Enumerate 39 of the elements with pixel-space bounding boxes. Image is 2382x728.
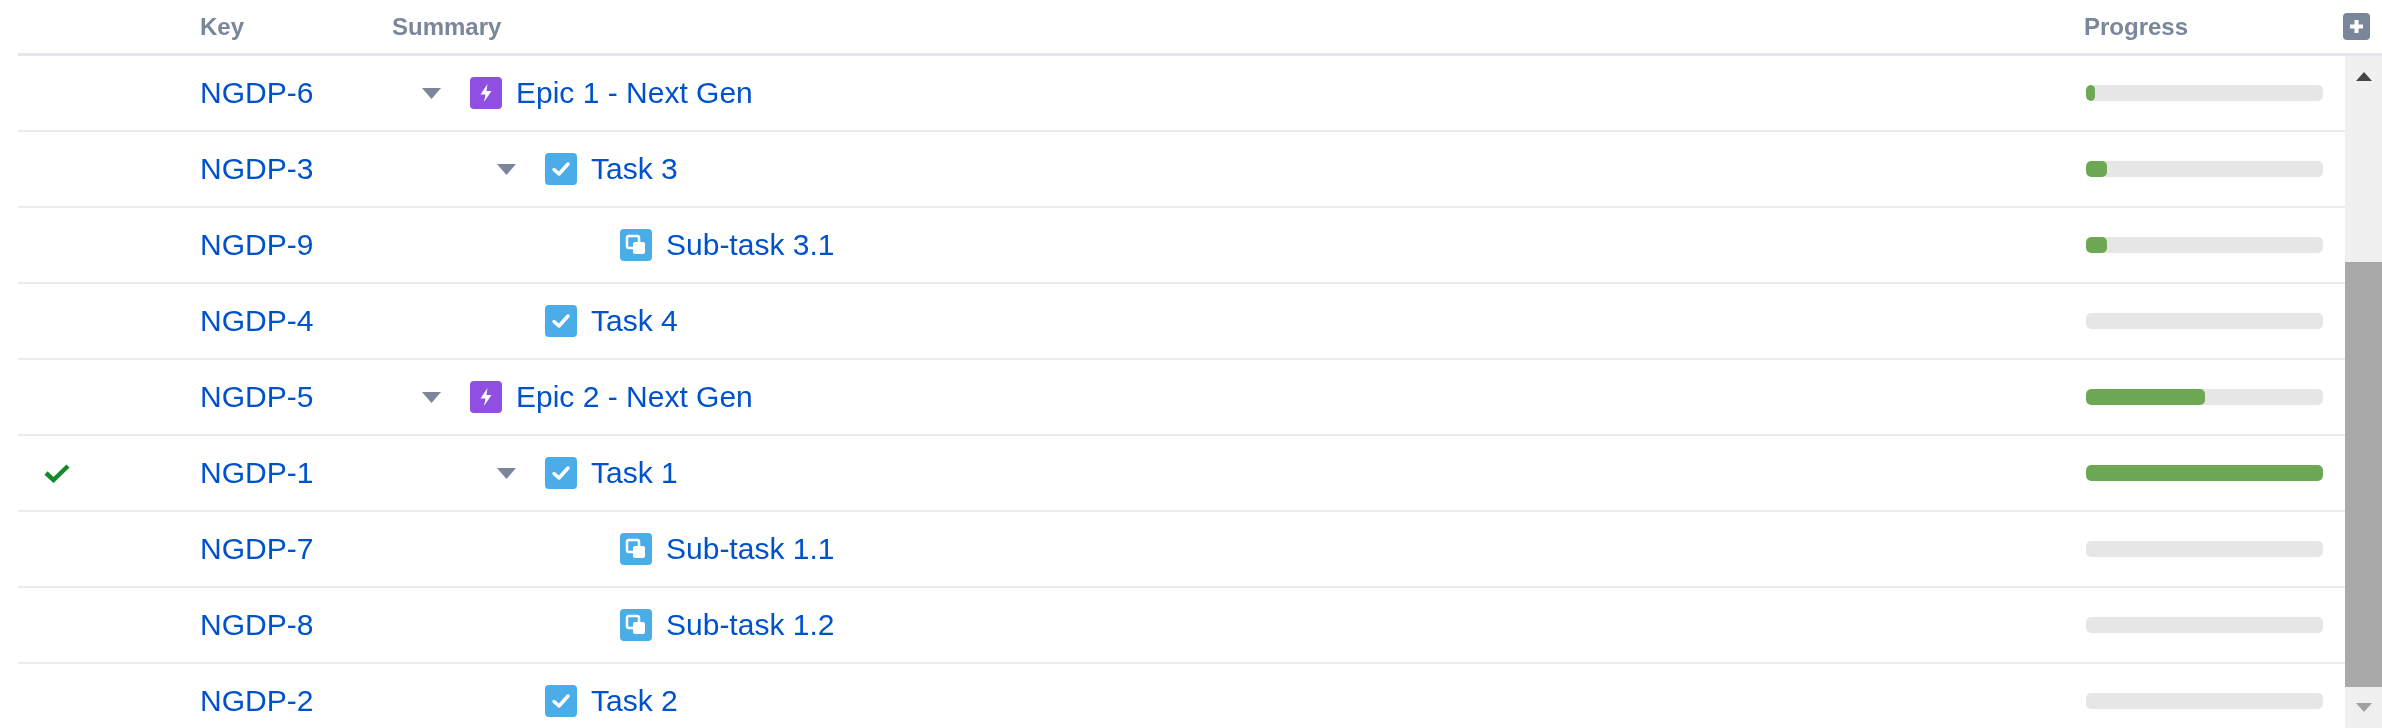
issue-key-link[interactable]: NGDP-4 bbox=[200, 304, 314, 337]
issue-summary-link[interactable]: Epic 2 - Next Gen bbox=[516, 380, 753, 414]
issue-key-link[interactable]: NGDP-5 bbox=[200, 380, 314, 413]
column-header[interactable]: Progress bbox=[2084, 12, 2189, 41]
issue-summary-link[interactable]: Sub-task 3.1 bbox=[666, 228, 835, 262]
issue-summary-link[interactable]: Sub-task 1.1 bbox=[666, 532, 835, 566]
subtask-icon bbox=[620, 229, 652, 261]
add-column-button[interactable] bbox=[2343, 13, 2370, 40]
issue-key-link[interactable]: NGDP-2 bbox=[200, 684, 314, 717]
scroll-up-icon[interactable] bbox=[2355, 72, 2372, 81]
issue-key-link[interactable]: NGDP-6 bbox=[200, 76, 314, 109]
issue-key-link[interactable]: NGDP-8 bbox=[200, 608, 314, 641]
plus-icon bbox=[2348, 18, 2365, 35]
lightning-icon bbox=[470, 381, 502, 413]
issue-summary-link[interactable]: Task 3 bbox=[591, 152, 678, 186]
checkbox-icon bbox=[545, 305, 577, 337]
issue-key-link[interactable]: NGDP-1 bbox=[200, 456, 314, 489]
column-header[interactable]: Summary bbox=[392, 12, 502, 41]
issue-summary-link[interactable]: Sub-task 1.2 bbox=[666, 608, 835, 642]
issue-key-link[interactable]: NGDP-3 bbox=[200, 152, 314, 185]
checkbox-icon bbox=[545, 153, 577, 185]
issue-key-link[interactable]: NGDP-9 bbox=[200, 228, 314, 261]
lightning-icon bbox=[470, 77, 502, 109]
subtask-icon bbox=[620, 533, 652, 565]
subtask-icon bbox=[620, 609, 652, 641]
issue-summary-link[interactable]: Task 1 bbox=[591, 456, 678, 490]
caret-icon[interactable] bbox=[422, 87, 441, 99]
issue-key-link[interactable]: NGDP-7 bbox=[200, 532, 314, 565]
checkbox-icon bbox=[545, 685, 577, 717]
issue-summary-link[interactable]: Task 4 bbox=[591, 304, 678, 338]
checkbox-icon bbox=[545, 457, 577, 489]
issue-summary-link[interactable]: Epic 1 - Next Gen bbox=[516, 76, 753, 110]
issue-summary-link[interactable]: Task 2 bbox=[591, 684, 678, 718]
scroll-down-icon[interactable] bbox=[2355, 703, 2372, 712]
caret-icon[interactable] bbox=[422, 391, 441, 403]
caret-icon[interactable] bbox=[497, 467, 516, 479]
caret-icon[interactable] bbox=[497, 163, 516, 175]
column-header[interactable]: Key bbox=[200, 12, 245, 40]
scrollbar[interactable] bbox=[2345, 56, 2382, 728]
